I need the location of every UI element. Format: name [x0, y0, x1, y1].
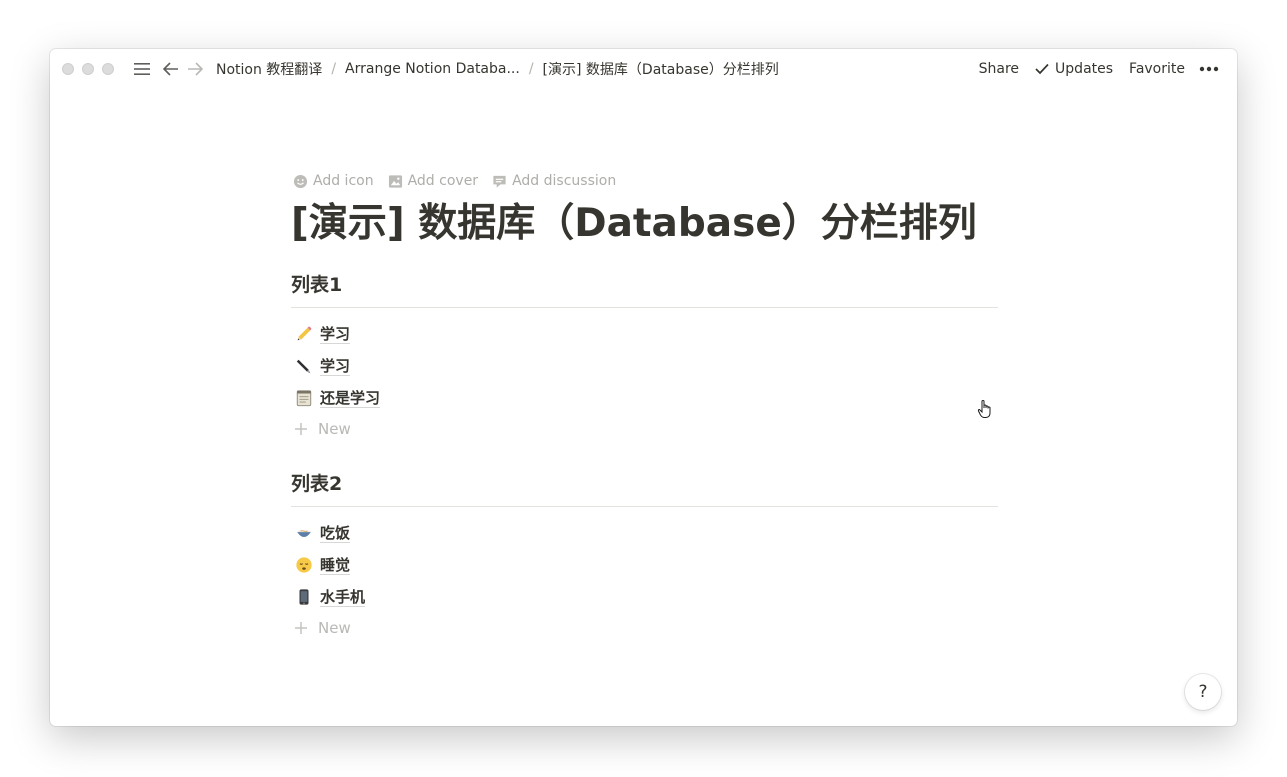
- breadcrumb-item-current[interactable]: [演示] 数据库（Database）分栏排列: [541, 59, 781, 79]
- add-discussion-label: Add discussion: [512, 173, 617, 189]
- list-item[interactable]: 学习: [291, 350, 998, 382]
- topbar-actions: Share Updates Favorite: [963, 49, 1219, 89]
- sleeping-face-icon: [294, 555, 314, 575]
- database-list-2: 列表2 吃饭 睡觉 水手机 New: [291, 470, 998, 643]
- list-item-label: 学习: [320, 324, 351, 344]
- list-item[interactable]: 吃饭: [291, 517, 998, 549]
- list-item-label: 睡觉: [320, 555, 351, 575]
- window-controls: [62, 63, 122, 75]
- breadcrumb-separator: /: [528, 61, 534, 77]
- mobile-phone-icon: [294, 587, 314, 607]
- updates-label: Updates: [1055, 61, 1114, 77]
- list-item-label: 水手机: [320, 587, 366, 607]
- new-item-button[interactable]: New: [291, 613, 998, 643]
- close-window-button[interactable]: [62, 63, 74, 75]
- database-list: 学习 学习 还是学习 New: [291, 318, 998, 444]
- page-content: Add icon Add cover Add discussion [演示] 数…: [291, 169, 998, 643]
- list-item-label: 还是学习: [320, 388, 381, 408]
- add-discussion-button[interactable]: Add discussion: [492, 173, 616, 189]
- breadcrumb-separator: /: [331, 61, 337, 77]
- breadcrumb-item[interactable]: Arrange Notion Databa...: [343, 61, 522, 77]
- page-title[interactable]: [演示] 数据库（Database）分栏排列: [291, 199, 998, 249]
- add-cover-button[interactable]: Add cover: [388, 173, 478, 189]
- breadcrumb: Notion 教程翻译 / Arrange Notion Databa... /…: [214, 59, 781, 79]
- hand-cursor-icon: [977, 399, 993, 423]
- list-item[interactable]: 学习: [291, 318, 998, 350]
- share-button[interactable]: Share: [979, 61, 1019, 77]
- app-window: Notion 教程翻译 / Arrange Notion Databa... /…: [50, 49, 1237, 726]
- sidebar-menu-icon[interactable]: [130, 57, 154, 81]
- list-item-label: 吃饭: [320, 523, 351, 543]
- help-button[interactable]: ?: [1185, 674, 1221, 710]
- add-cover-label: Add cover: [407, 173, 479, 189]
- new-item-label: New: [318, 420, 351, 438]
- smiley-icon: [293, 174, 308, 188]
- minimize-window-button[interactable]: [82, 63, 94, 75]
- image-icon: [388, 174, 402, 188]
- add-icon-label: Add icon: [313, 173, 374, 189]
- list-item[interactable]: 水手机: [291, 581, 998, 613]
- database-title[interactable]: 列表1: [291, 271, 998, 308]
- favorite-button[interactable]: Favorite: [1129, 61, 1185, 77]
- notepad-icon: [294, 388, 314, 408]
- plus-icon: [294, 621, 308, 635]
- list-item[interactable]: 睡觉: [291, 549, 998, 581]
- database-list-1: 列表1 学习 学习 还是学习 New: [291, 271, 998, 444]
- database-title[interactable]: 列表2: [291, 470, 998, 507]
- add-icon-button[interactable]: Add icon: [293, 173, 374, 189]
- list-item[interactable]: 还是学习: [291, 382, 998, 414]
- topbar: Notion 教程翻译 / Arrange Notion Databa... /…: [50, 49, 1237, 89]
- plus-icon: [294, 422, 308, 436]
- new-item-button[interactable]: New: [291, 414, 998, 444]
- zoom-window-button[interactable]: [102, 63, 114, 75]
- pencil-icon: [294, 324, 314, 344]
- comment-icon: [493, 175, 506, 188]
- breadcrumb-item[interactable]: Notion 教程翻译: [214, 59, 324, 79]
- page-actions: Add icon Add cover Add discussion: [293, 169, 998, 193]
- pen-icon: [294, 356, 314, 376]
- new-item-label: New: [318, 619, 351, 637]
- forward-arrow-icon[interactable]: [184, 57, 206, 81]
- more-options-icon[interactable]: [1199, 66, 1219, 72]
- checkmark-icon: [1035, 63, 1049, 75]
- list-item-label: 学习: [320, 356, 351, 376]
- bowl-icon: [294, 523, 314, 543]
- database-list: 吃饭 睡觉 水手机 New: [291, 517, 998, 643]
- back-arrow-icon[interactable]: [160, 57, 182, 81]
- updates-button[interactable]: Updates: [1035, 61, 1113, 77]
